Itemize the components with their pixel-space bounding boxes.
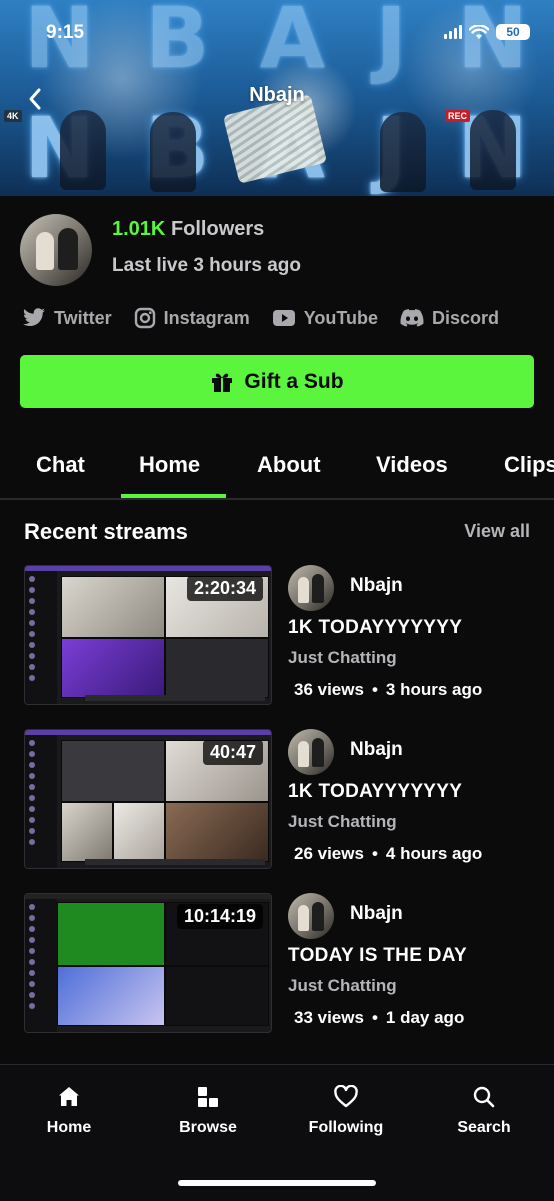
tab-about[interactable]: About [257, 452, 321, 478]
stream-time-ago: 3 hours ago [385, 680, 483, 699]
nav-label: Following [308, 1119, 384, 1136]
channel-title: Nbajn [249, 84, 305, 106]
nav-home[interactable]: Home [9, 1085, 129, 1137]
recent-streams-title: Recent streams [24, 519, 188, 544]
banner-figure [380, 112, 426, 192]
stream-title: TODAY IS THE DAY [288, 945, 468, 966]
last-live-text: Last live 3 hours ago [112, 255, 301, 276]
home-icon [59, 1087, 79, 1106]
social-link-twitter[interactable]: Twitter [22, 308, 112, 329]
stream-time-ago: 4 hours ago [385, 844, 483, 863]
nav-label: Browse [179, 1119, 237, 1136]
youtube-icon [272, 310, 295, 326]
stream-meta: 26 views • 4 hours ago [294, 844, 482, 864]
stream-channel-name[interactable]: Nbajn [350, 739, 403, 761]
active-tab-indicator [121, 494, 226, 498]
search-icon [473, 1086, 495, 1108]
instagram-icon [134, 307, 155, 329]
stream-duration: 10:14:19 [176, 904, 263, 929]
stream-category[interactable]: Just Chatting [288, 812, 397, 832]
social-links: Twitter Instagram YouTube Discord [22, 307, 499, 329]
gift-icon [212, 373, 233, 392]
stream-category[interactable]: Just Chatting [288, 648, 397, 668]
stream-duration: 2:20:34 [186, 576, 263, 601]
gift-sub-button[interactable]: Gift a Sub [20, 355, 534, 408]
nav-browse[interactable]: Browse [148, 1085, 268, 1137]
stream-card[interactable]: 2:20:34 Nbajn 1K TODAYYYYYYY Just Chatti… [24, 565, 534, 705]
stream-views: 26 views [294, 844, 364, 863]
tab-chat[interactable]: Chat [36, 452, 85, 478]
stream-duration: 40:47 [202, 740, 263, 765]
nav-following[interactable]: Following [286, 1085, 406, 1137]
meta-separator: • [371, 680, 378, 699]
view-all-link[interactable]: View all [464, 521, 530, 542]
banner-figure [150, 112, 196, 192]
channel-tabs: Chat Home About Videos Clips [0, 438, 554, 500]
social-label: Twitter [54, 307, 112, 328]
nav-search[interactable]: Search [424, 1085, 544, 1137]
stream-thumbnail: 2:20:34 [24, 565, 272, 705]
stream-meta: 36 views • 3 hours ago [294, 680, 482, 700]
nav-label: Search [457, 1119, 511, 1136]
social-label: YouTube [303, 307, 379, 328]
followers-number: 1.01K [112, 218, 166, 240]
followers-count: 1.01K Followers [112, 218, 264, 241]
stream-channel-avatar[interactable] [288, 893, 334, 939]
stream-channel-avatar[interactable] [288, 565, 334, 611]
discord-icon [400, 309, 424, 327]
banner-figure [470, 110, 516, 190]
browse-icon [198, 1085, 220, 1107]
stream-channel-name[interactable]: Nbajn [350, 903, 403, 925]
home-indicator[interactable] [178, 1180, 376, 1186]
banner-figure [60, 110, 106, 190]
stream-card[interactable]: 40:47 Nbajn 1K TODAYYYYYYY Just Chatting… [24, 729, 534, 869]
stream-category[interactable]: Just Chatting [288, 976, 397, 996]
stream-views: 36 views [294, 680, 364, 699]
stream-title: 1K TODAYYYYYYY [288, 617, 463, 638]
signal-icon [444, 25, 462, 39]
stream-card[interactable]: 10:14:19 Nbajn TODAY IS THE DAY Just Cha… [24, 893, 534, 1033]
gift-sub-label: Gift a Sub [244, 369, 344, 393]
tab-videos[interactable]: Videos [376, 452, 448, 478]
banner-rec-tag: REC [445, 110, 471, 122]
social-label: Instagram [163, 307, 250, 328]
stream-time-ago: 1 day ago [385, 1008, 465, 1027]
social-link-discord[interactable]: Discord [400, 308, 499, 329]
twitter-icon [23, 308, 45, 327]
tab-home[interactable]: Home [139, 452, 200, 478]
status-time: 9:15 [46, 22, 85, 43]
meta-separator: • [371, 1008, 378, 1027]
social-link-youtube[interactable]: YouTube [272, 308, 378, 329]
status-bar: 9:15 50 [0, 0, 554, 62]
followers-label: Followers [170, 218, 265, 240]
heart-icon [334, 1085, 358, 1108]
nav-label: Home [46, 1119, 92, 1136]
battery-indicator: 50 [496, 24, 530, 40]
stream-views: 33 views [294, 1008, 364, 1027]
stream-thumbnail: 10:14:19 [24, 893, 272, 1033]
stream-channel-avatar[interactable] [288, 729, 334, 775]
tab-clips[interactable]: Clips [504, 452, 554, 478]
stream-channel-name[interactable]: Nbajn [350, 575, 403, 597]
meta-separator: • [371, 844, 378, 863]
social-link-instagram[interactable]: Instagram [134, 307, 250, 329]
stream-meta: 33 views • 1 day ago [294, 1008, 464, 1028]
status-icons: 50 [444, 24, 530, 40]
channel-avatar[interactable] [20, 214, 92, 286]
stream-title: 1K TODAYYYYYYY [288, 781, 463, 802]
wifi-icon [469, 24, 489, 39]
banner-4k-tag: 4K [4, 110, 22, 122]
stream-thumbnail: 40:47 [24, 729, 272, 869]
social-label: Discord [432, 307, 500, 328]
